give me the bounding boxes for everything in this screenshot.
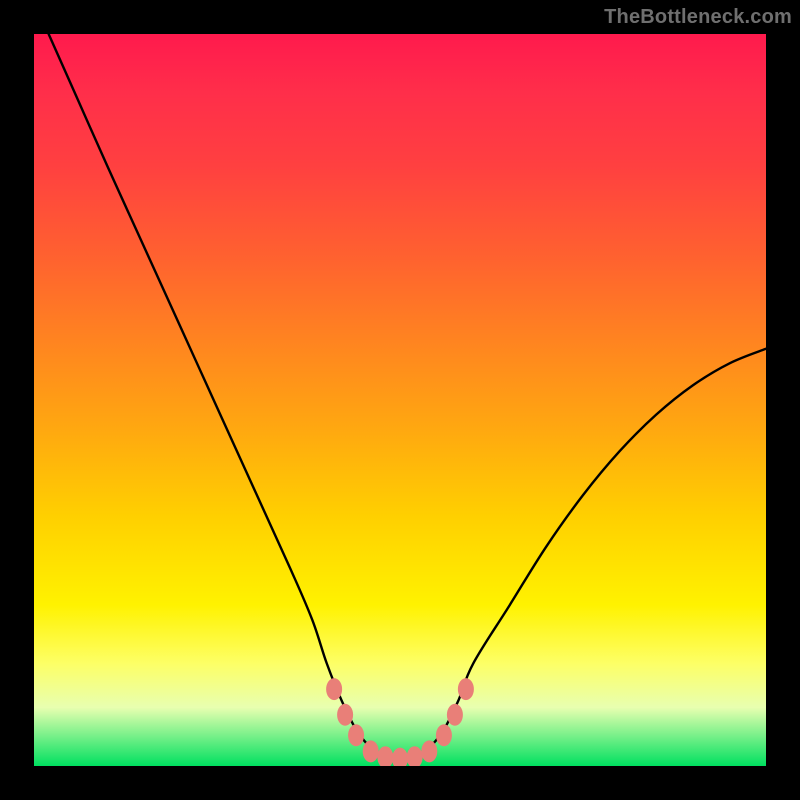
bottleneck-curve [49,34,766,759]
curve-layer [34,34,766,766]
curve-marker [421,740,437,762]
curve-marker [348,724,364,746]
curve-marker [436,724,452,746]
curve-marker [447,704,463,726]
curve-marker [326,678,342,700]
curve-markers [326,678,474,766]
curve-marker [458,678,474,700]
plot-area [34,34,766,766]
curve-marker [377,746,393,766]
curve-marker [363,740,379,762]
chart-stage: TheBottleneck.com [0,0,800,800]
curve-marker [337,704,353,726]
curve-marker [407,746,423,766]
curve-marker [392,748,408,766]
watermark-text: TheBottleneck.com [604,6,792,29]
